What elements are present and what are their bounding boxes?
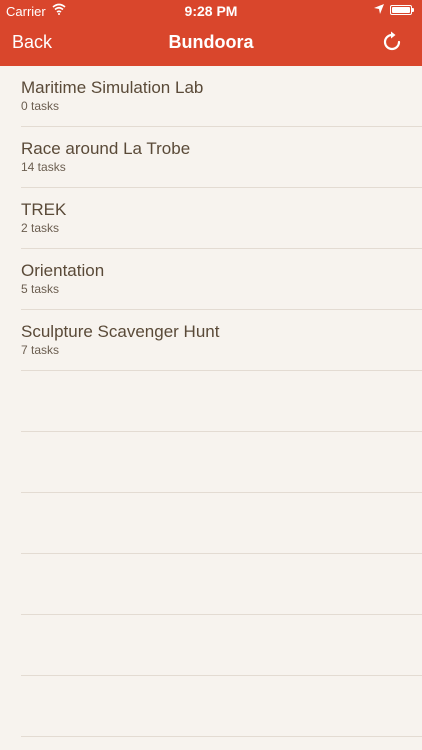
- empty-row-separator: [21, 676, 422, 737]
- refresh-icon[interactable]: [380, 30, 404, 54]
- page-title: Bundoora: [168, 32, 254, 52]
- item-task-count: 2 tasks: [21, 221, 60, 235]
- top-bar: Carrier 9:28 PM Back Bundoora: [0, 0, 422, 66]
- navigation-bar: Back Bundoora: [0, 22, 422, 66]
- status-bar: Carrier 9:28 PM: [0, 0, 422, 22]
- item-title: Sculpture Scavenger Hunt: [21, 322, 220, 341]
- item-title: Maritime Simulation Lab: [21, 78, 204, 97]
- empty-row-separator: [21, 493, 422, 554]
- location-arrow-icon: [374, 4, 384, 14]
- status-time: 9:28 PM: [184, 3, 238, 19]
- list-item[interactable]: TREK 2 tasks: [21, 188, 422, 249]
- item-task-count: 0 tasks: [21, 99, 60, 113]
- item-title: Race around La Trobe: [21, 139, 191, 158]
- item-task-count: 14 tasks: [21, 160, 66, 174]
- empty-row-separator: [21, 554, 422, 615]
- item-title: Orientation: [21, 261, 105, 280]
- item-task-count: 7 tasks: [21, 343, 60, 357]
- list-item[interactable]: Sculpture Scavenger Hunt 7 tasks: [21, 310, 422, 371]
- list-item[interactable]: Race around La Trobe 14 tasks: [21, 127, 422, 188]
- empty-row-separator: [21, 615, 422, 676]
- hunt-list: Maritime Simulation Lab 0 tasks Race aro…: [0, 66, 422, 737]
- list-item[interactable]: Orientation 5 tasks: [21, 249, 422, 310]
- battery-icon: [390, 5, 414, 15]
- item-title: TREK: [21, 200, 67, 219]
- empty-row-separator: [21, 371, 422, 432]
- list-item[interactable]: Maritime Simulation Lab 0 tasks: [21, 66, 422, 127]
- item-task-count: 5 tasks: [21, 282, 60, 296]
- empty-row-separator: [21, 432, 422, 493]
